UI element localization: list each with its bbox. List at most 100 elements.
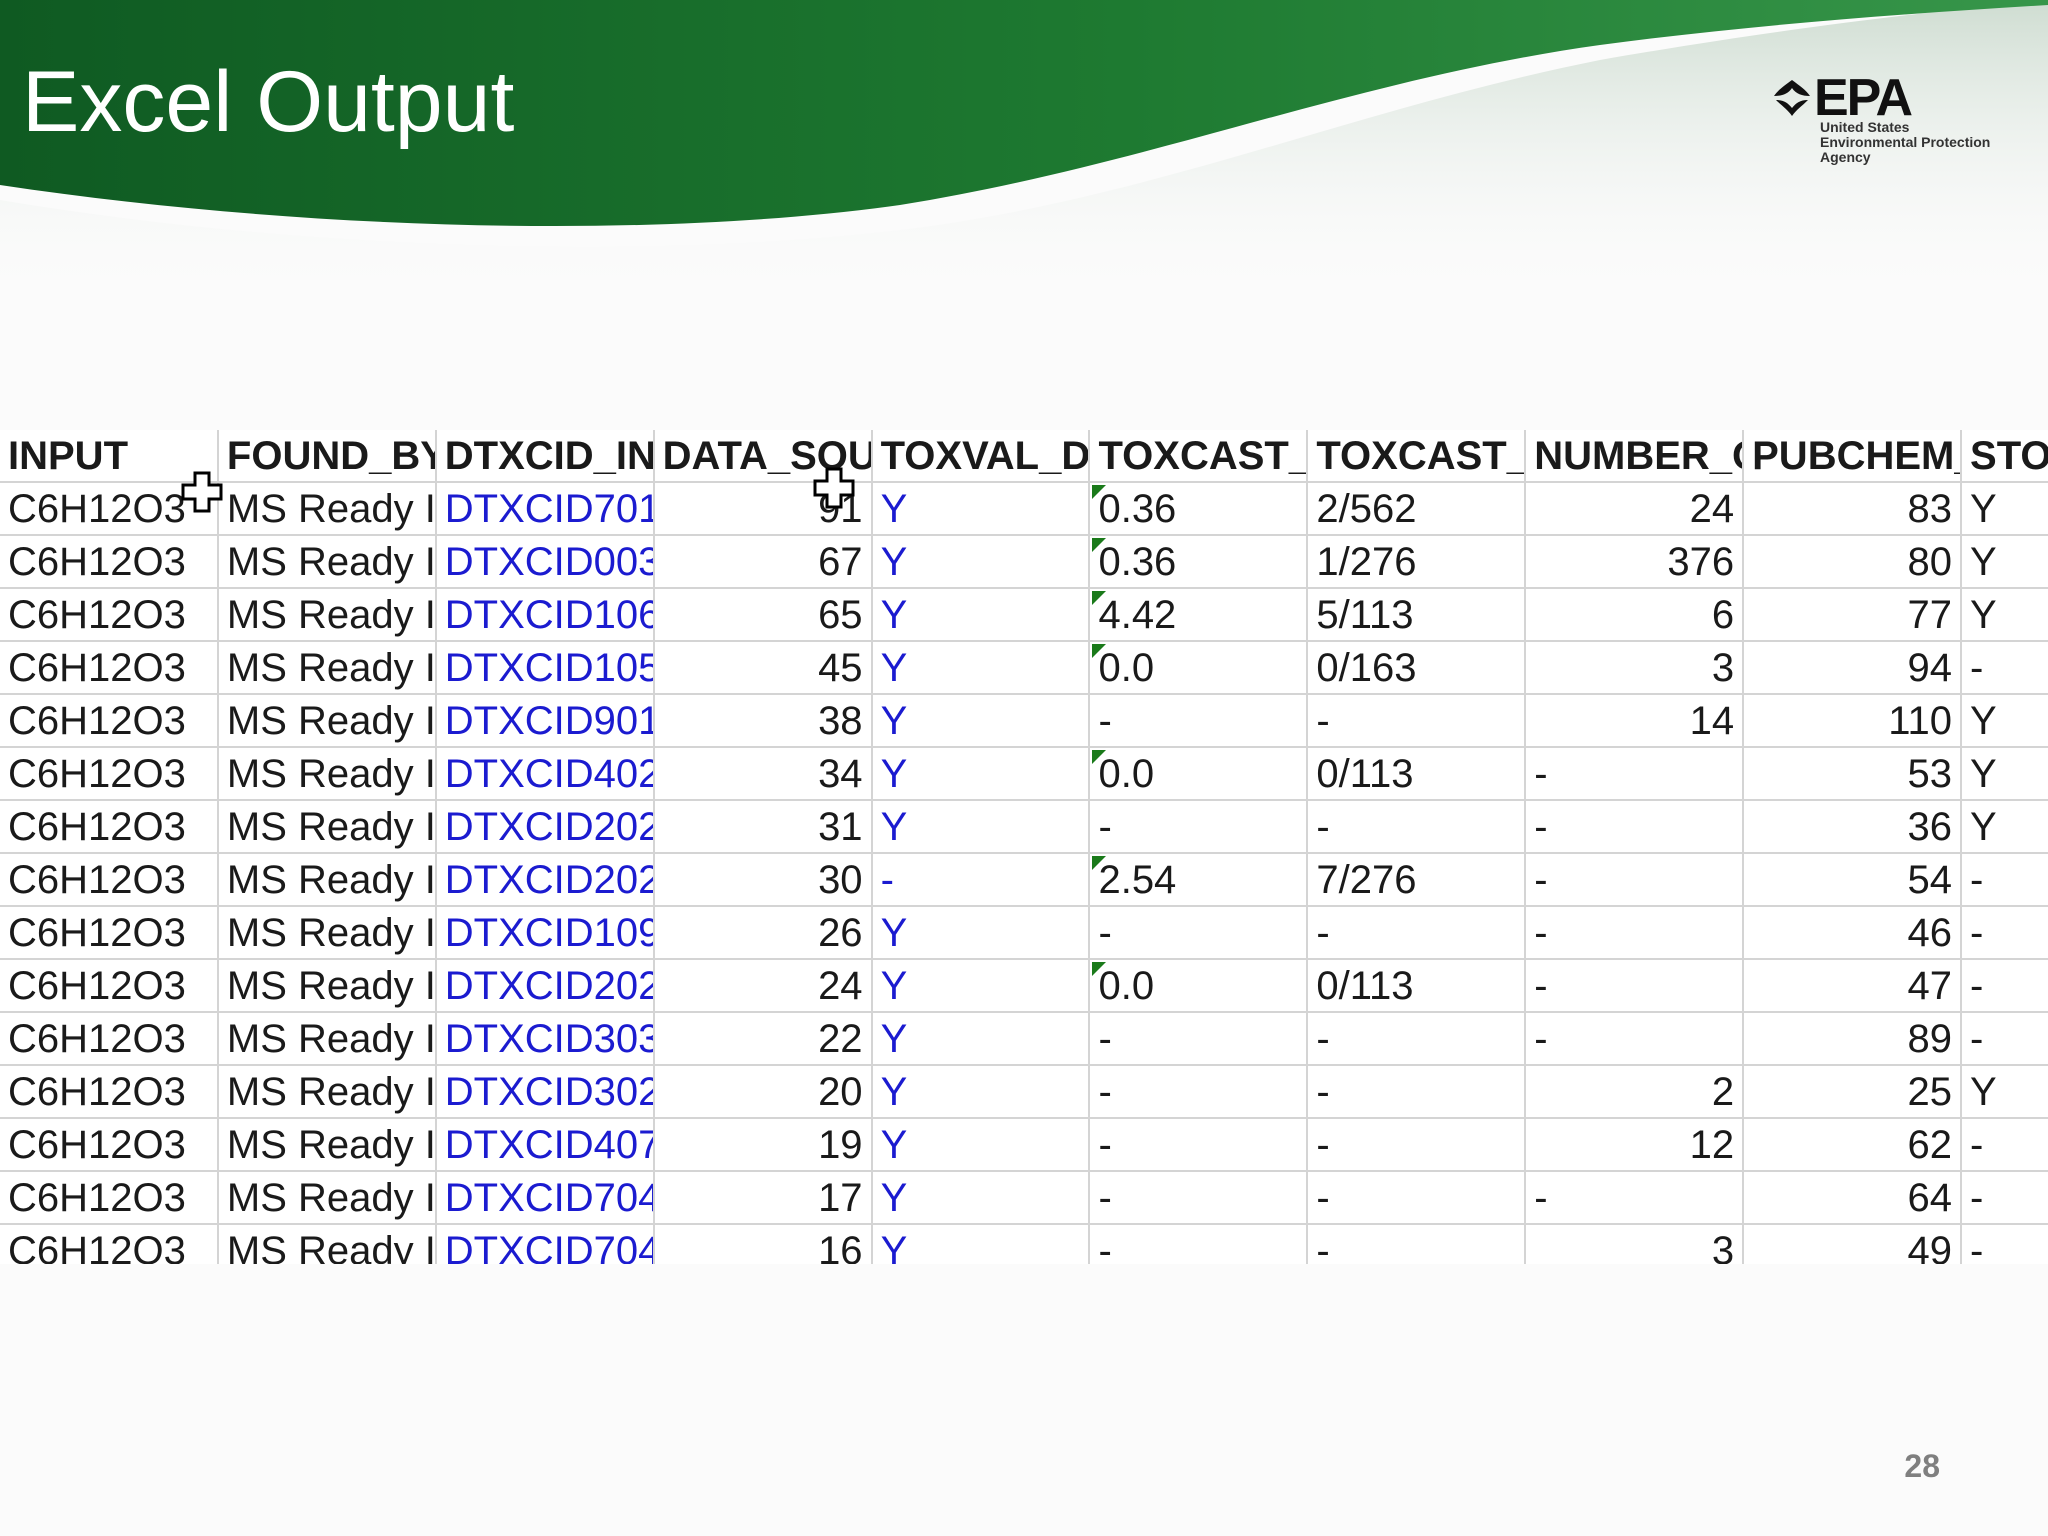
table-cell[interactable]: 2.54 [1089, 853, 1309, 907]
table-cell[interactable]: 0.0 [1089, 959, 1309, 1013]
table-cell[interactable]: DTXCID105 [435, 641, 655, 695]
table-cell[interactable]: Y [871, 535, 1091, 589]
table-cell[interactable]: 17 [653, 1171, 873, 1225]
table-cell[interactable]: 22 [653, 1012, 873, 1066]
table-cell[interactable]: DTXCID202 [435, 800, 655, 854]
table-cell[interactable]: 2 [1525, 1065, 1745, 1119]
table-cell[interactable]: 67 [653, 535, 873, 589]
table-cell[interactable]: DTXCID109 [435, 906, 655, 960]
table-cell[interactable]: - [1961, 1118, 2048, 1172]
table-cell[interactable]: DTXCID106 [435, 588, 655, 642]
table-cell[interactable]: Y [871, 800, 1091, 854]
table-cell[interactable]: 3 [1525, 641, 1745, 695]
table-cell[interactable]: - [1307, 694, 1527, 748]
table-cell[interactable]: MS Ready I [217, 694, 437, 748]
table-cell[interactable]: 14 [1525, 694, 1745, 748]
table-cell[interactable]: 110 [1743, 694, 1963, 748]
table-cell[interactable]: Y [871, 694, 1091, 748]
table-cell[interactable]: - [1089, 1065, 1309, 1119]
table-cell[interactable]: - [1089, 1118, 1309, 1172]
column-header[interactable]: FOUND_BY [217, 430, 437, 483]
table-cell[interactable]: 376 [1525, 535, 1745, 589]
table-cell[interactable]: 31 [653, 800, 873, 854]
table-cell[interactable]: - [1961, 906, 2048, 960]
table-cell[interactable]: - [1307, 1171, 1527, 1225]
table-cell[interactable]: Y [871, 906, 1091, 960]
table-cell[interactable]: - [1525, 1012, 1745, 1066]
table-cell[interactable]: DTXCID303 [435, 1012, 655, 1066]
table-cell[interactable]: Y [871, 747, 1091, 801]
table-cell[interactable]: MS Ready I [217, 588, 437, 642]
table-cell[interactable]: MS Ready I [217, 1012, 437, 1066]
table-cell[interactable]: Y [871, 1012, 1091, 1066]
table-cell[interactable]: MS Ready I [217, 1171, 437, 1225]
table-cell[interactable]: Y [1961, 535, 2048, 589]
table-cell[interactable]: - [1089, 694, 1309, 748]
table-cell[interactable]: 3 [1525, 1224, 1745, 1264]
table-cell[interactable]: 20 [653, 1065, 873, 1119]
table-cell[interactable]: 26 [653, 906, 873, 960]
table-cell[interactable]: - [1961, 1012, 2048, 1066]
table-cell[interactable]: 83 [1743, 482, 1963, 536]
table-cell[interactable]: Y [1961, 800, 2048, 854]
table-cell[interactable]: Y [1961, 482, 2048, 536]
table-cell[interactable]: 2/562 [1307, 482, 1527, 536]
table-cell[interactable]: Y [871, 1171, 1091, 1225]
table-cell[interactable]: 80 [1743, 535, 1963, 589]
table-cell[interactable]: DTXCID407 [435, 1118, 655, 1172]
table-cell[interactable]: C6H12O3 [0, 800, 219, 854]
table-cell[interactable]: - [1961, 853, 2048, 907]
table-cell[interactable]: Y [871, 959, 1091, 1013]
table-cell[interactable]: C6H12O3 [0, 853, 219, 907]
table-cell[interactable]: 34 [653, 747, 873, 801]
table-cell[interactable]: MS Ready I [217, 482, 437, 536]
table-cell[interactable]: 6 [1525, 588, 1745, 642]
table-cell[interactable]: MS Ready I [217, 906, 437, 960]
table-cell[interactable]: 77 [1743, 588, 1963, 642]
table-cell[interactable]: C6H12O3 [0, 1012, 219, 1066]
table-cell[interactable]: DTXCID202 [435, 853, 655, 907]
column-header[interactable]: STO [1961, 430, 2048, 483]
table-cell[interactable]: DTXCID901 [435, 694, 655, 748]
table-cell[interactable]: DTXCID704 [435, 1171, 655, 1225]
table-cell[interactable]: 94 [1743, 641, 1963, 695]
table-cell[interactable]: Y [1961, 588, 2048, 642]
table-cell[interactable]: MS Ready I [217, 959, 437, 1013]
table-cell[interactable]: C6H12O3 [0, 1065, 219, 1119]
table-cell[interactable]: 24 [1525, 482, 1745, 536]
table-cell[interactable]: C6H12O3 [0, 747, 219, 801]
table-cell[interactable]: 1/276 [1307, 535, 1527, 589]
table-cell[interactable]: 19 [653, 1118, 873, 1172]
table-cell[interactable]: C6H12O3 [0, 906, 219, 960]
table-cell[interactable]: 64 [1743, 1171, 1963, 1225]
table-cell[interactable]: Y [871, 588, 1091, 642]
table-cell[interactable]: 0/113 [1307, 959, 1527, 1013]
table-cell[interactable]: 0.0 [1089, 747, 1309, 801]
table-cell[interactable]: DTXCID202 [435, 959, 655, 1013]
table-cell[interactable]: 25 [1743, 1065, 1963, 1119]
table-cell[interactable]: 49 [1743, 1224, 1963, 1264]
table-cell[interactable]: 0.0 [1089, 641, 1309, 695]
column-header[interactable]: PUBCHEM_ [1743, 430, 1963, 483]
table-cell[interactable]: Y [1961, 747, 2048, 801]
table-cell[interactable]: MS Ready I [217, 800, 437, 854]
table-cell[interactable]: Y [1961, 1065, 2048, 1119]
table-cell[interactable]: - [1525, 800, 1745, 854]
table-cell[interactable]: MS Ready I [217, 535, 437, 589]
table-cell[interactable]: Y [871, 1118, 1091, 1172]
table-cell[interactable]: 47 [1743, 959, 1963, 1013]
table-cell[interactable]: - [1307, 800, 1527, 854]
table-cell[interactable]: - [1525, 906, 1745, 960]
table-cell[interactable]: - [1525, 747, 1745, 801]
table-cell[interactable]: 65 [653, 588, 873, 642]
table-cell[interactable]: DTXCID704 [435, 1224, 655, 1264]
column-header[interactable]: TOXVAL_D [871, 430, 1091, 483]
table-cell[interactable]: - [1307, 1012, 1527, 1066]
table-cell[interactable]: 62 [1743, 1118, 1963, 1172]
table-cell[interactable]: - [1307, 906, 1527, 960]
table-cell[interactable]: - [1089, 1224, 1309, 1264]
table-cell[interactable]: Y [871, 482, 1091, 536]
table-cell[interactable]: 5/113 [1307, 588, 1527, 642]
table-cell[interactable]: 38 [653, 694, 873, 748]
table-cell[interactable]: 89 [1743, 1012, 1963, 1066]
